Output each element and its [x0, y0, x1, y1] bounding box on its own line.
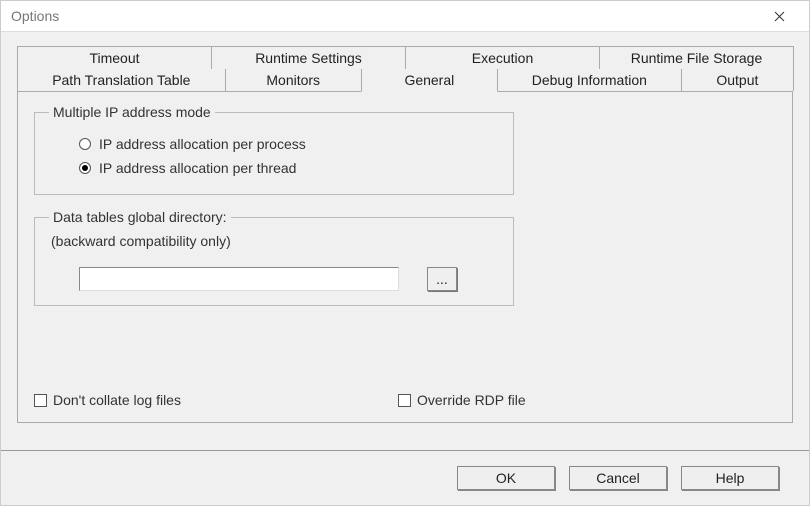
checkbox-override-rdp[interactable] — [398, 394, 411, 407]
check-row-override-rdp[interactable]: Override RDP file — [398, 392, 526, 408]
options-dialog: Options Timeout Runtime Settings Executi… — [0, 0, 810, 506]
ok-button[interactable]: OK — [457, 466, 555, 490]
radio-ip-per-thread-label: IP address allocation per thread — [99, 160, 296, 176]
group-multiple-ip-legend: Multiple IP address mode — [49, 104, 215, 120]
data-tables-path-row: ... — [79, 267, 499, 291]
tab-row-1: Timeout Runtime Settings Execution Runti… — [17, 46, 793, 69]
tab-runtime-file-storage[interactable]: Runtime File Storage — [599, 46, 794, 69]
radio-ip-per-thread[interactable] — [79, 162, 91, 174]
browse-button[interactable]: ... — [427, 267, 457, 291]
radio-ip-per-process-label: IP address allocation per process — [99, 136, 306, 152]
client-area: Timeout Runtime Settings Execution Runti… — [1, 31, 809, 451]
tab-control: Timeout Runtime Settings Execution Runti… — [17, 46, 793, 423]
help-button[interactable]: Help — [681, 466, 779, 490]
tab-monitors[interactable]: Monitors — [225, 69, 362, 91]
data-tables-sub-label: (backward compatibility only) — [51, 233, 499, 249]
group-data-tables-dir-legend: Data tables global directory: — [49, 209, 231, 225]
checkbox-dont-collate[interactable] — [34, 394, 47, 407]
tab-row-2: Path Translation Table Monitors General … — [17, 69, 793, 91]
radio-row-ip-per-thread[interactable]: IP address allocation per thread — [79, 160, 499, 176]
group-multiple-ip: Multiple IP address mode IP address allo… — [34, 104, 514, 195]
tab-output[interactable]: Output — [681, 69, 794, 91]
radio-ip-per-process[interactable] — [79, 138, 91, 150]
checkbox-dont-collate-label: Don't collate log files — [53, 392, 181, 408]
cancel-button[interactable]: Cancel — [569, 466, 667, 490]
window-title: Options — [11, 8, 59, 24]
tab-execution[interactable]: Execution — [405, 46, 600, 69]
checkbox-override-rdp-label: Override RDP file — [417, 392, 526, 408]
group-data-tables-dir: Data tables global directory: (backward … — [34, 209, 514, 306]
tab-general[interactable]: General — [361, 69, 498, 92]
titlebar: Options — [1, 1, 809, 31]
dialog-footer: OK Cancel Help — [1, 451, 809, 505]
tab-timeout[interactable]: Timeout — [17, 46, 212, 69]
tab-debug-information[interactable]: Debug Information — [497, 69, 682, 91]
tab-panel-general: Multiple IP address mode IP address allo… — [17, 91, 793, 423]
tab-runtime-settings[interactable]: Runtime Settings — [211, 46, 406, 69]
radio-row-ip-per-process[interactable]: IP address allocation per process — [79, 136, 499, 152]
check-row-collate[interactable]: Don't collate log files — [34, 392, 181, 408]
data-tables-path-input[interactable] — [79, 267, 399, 291]
close-icon[interactable] — [759, 1, 799, 31]
tab-path-translation-table[interactable]: Path Translation Table — [17, 69, 226, 91]
